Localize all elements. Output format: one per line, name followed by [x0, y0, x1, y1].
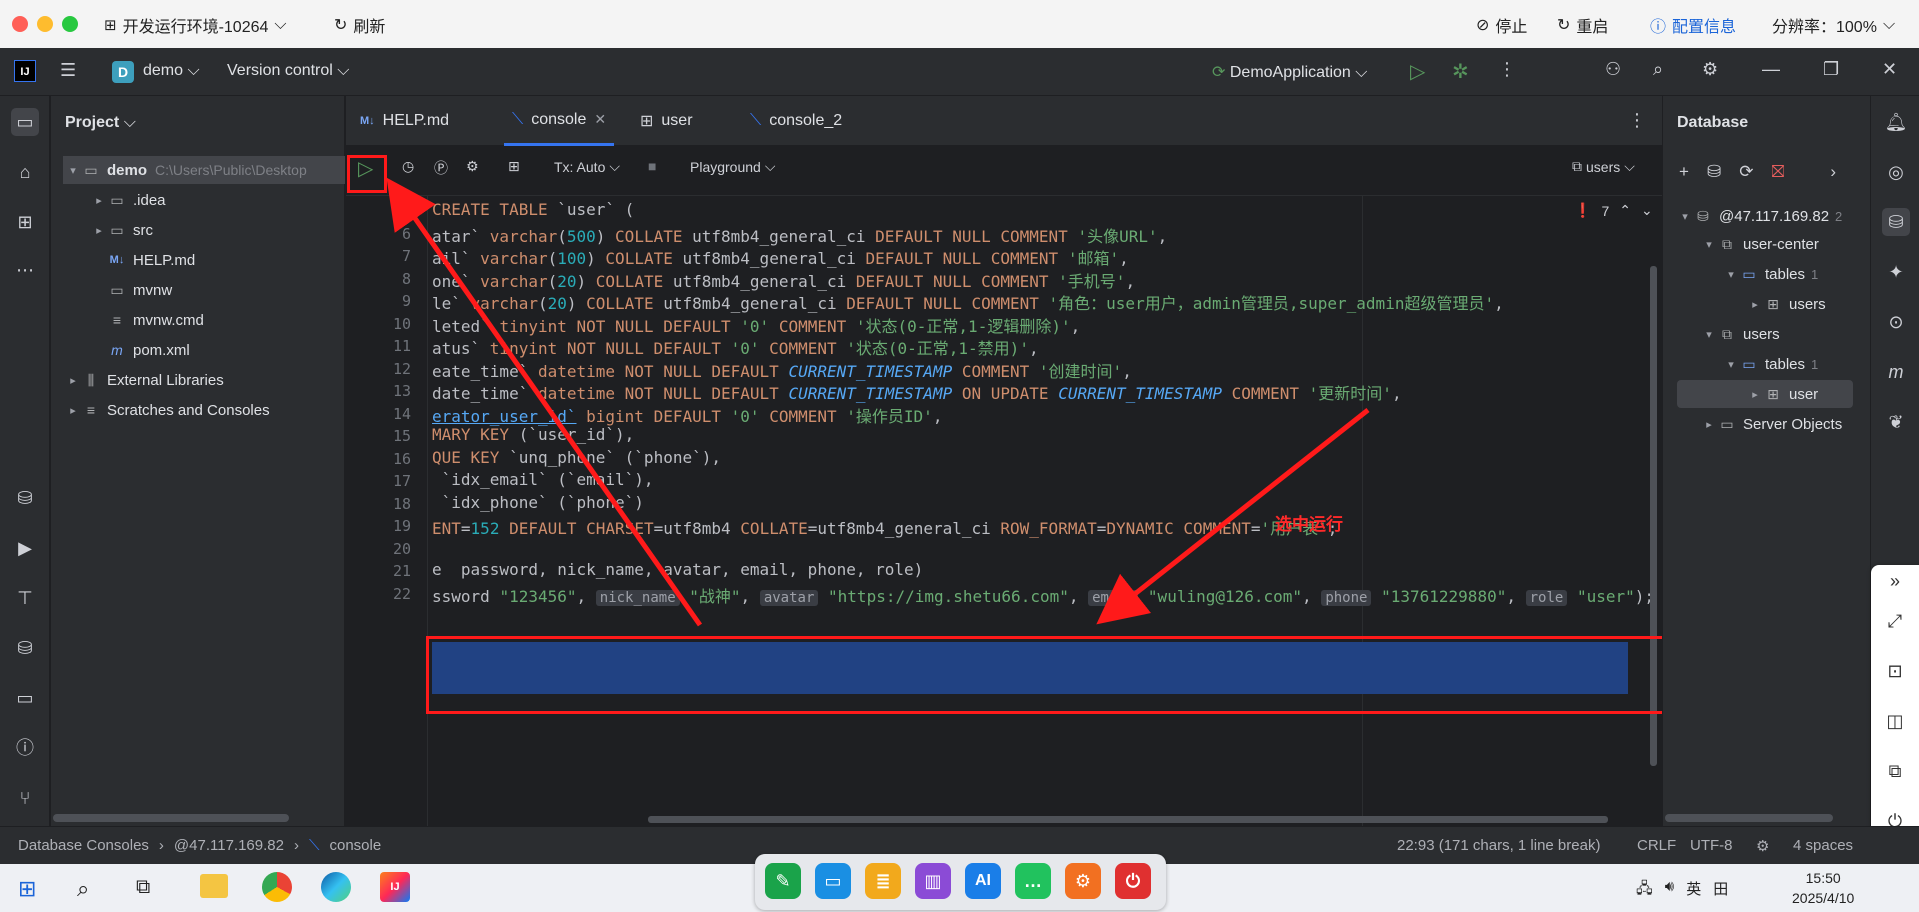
db-server-objects[interactable]: ▸ ▭ Server Objects: [1701, 410, 1842, 438]
caret-position[interactable]: 22:93 (171 chars, 1 line break): [1397, 837, 1600, 854]
breadcrumb: Database Consoles › @47.117.169.82 › ⟍ c…: [18, 837, 382, 854]
notifications-icon[interactable]: 🔔︎: [1882, 108, 1910, 136]
start-icon[interactable]: ⊞: [18, 876, 36, 902]
ai-assistant-icon[interactable]: ◎: [1882, 158, 1910, 186]
dock-app-power-icon[interactable]: ⏻: [1115, 863, 1151, 899]
chevron-down-icon: ▾: [1728, 358, 1734, 371]
dock-app-book-icon[interactable]: ▥: [915, 863, 951, 899]
line-separator[interactable]: CRLF: [1637, 837, 1676, 854]
dock-app-settings-icon[interactable]: ⚙: [1065, 863, 1101, 899]
datasource-icon: ⛁: [1697, 207, 1709, 224]
clock[interactable]: 15:50 2025/4/10: [1792, 868, 1854, 908]
annotation-arrows: [386, 177, 1370, 627]
layout-icon[interactable]: ◫: [1883, 709, 1907, 733]
plugin-icon[interactable]: ✦: [1882, 258, 1910, 286]
copy-icon[interactable]: ⧉: [1883, 759, 1907, 783]
table-icon: ⊞: [1767, 295, 1779, 312]
dock-app-chat-icon[interactable]: …: [1015, 863, 1051, 899]
chevron-right-icon: ›: [293, 837, 299, 854]
dock-app-desktop-icon[interactable]: ▭: [815, 863, 851, 899]
folder-icon: ▭: [1742, 265, 1756, 282]
folder-icon: ▭: [1742, 355, 1756, 372]
db-host-node[interactable]: ▾ ⛁ @47.117.169.82 2: [1677, 202, 1842, 230]
chevron-down-icon: ▾: [1728, 268, 1734, 281]
split-icon[interactable]: ⊡: [1883, 659, 1907, 683]
file-explorer-icon[interactable]: [200, 874, 228, 898]
task-view-icon[interactable]: ⧉: [136, 876, 150, 899]
db-tables-folder[interactable]: ▾ ▭ tables 1: [1723, 260, 1818, 288]
code-style-icon[interactable]: ⚙: [1756, 837, 1769, 855]
server-objects-icon: ▭: [1720, 415, 1734, 432]
disconnect-icon[interactable]: ⛝: [1771, 162, 1784, 182]
edge-icon[interactable]: [321, 872, 351, 902]
endpoints-icon[interactable]: ⊙: [1882, 308, 1910, 336]
arrow-to-selection: [1096, 408, 1370, 625]
add-icon[interactable]: +: [1679, 162, 1689, 182]
horizontal-scrollbar[interactable]: [1665, 814, 1833, 822]
chevron-right-icon: ▸: [1706, 418, 1712, 431]
console-icon: ⟍: [308, 837, 320, 854]
fullscreen-icon[interactable]: ⤢: [1883, 609, 1907, 633]
database-panel: Database + ⛁ ⟳ ⛝ › ▾ ⛁ @47.117.169.82 2 …: [1662, 96, 1870, 826]
app-dock: ✎ ▭ ≣ ▥ AI … ⚙ ⏻: [755, 854, 1166, 910]
db-schema-user-center[interactable]: ▾ ⧉ user-center: [1701, 230, 1819, 258]
spring-icon[interactable]: ❦: [1882, 408, 1910, 436]
dock-app-pen-icon[interactable]: ✎: [765, 863, 801, 899]
chrome-icon[interactable]: [262, 872, 292, 902]
search-icon[interactable]: ⌕: [77, 876, 89, 902]
chevron-down-icon: ▾: [1706, 328, 1712, 341]
collapse-icon[interactable]: »: [1883, 569, 1907, 593]
indent-setting[interactable]: 4 spaces: [1793, 837, 1853, 854]
system-tray: 🖧︎ 🔊︎ 英 田: [1636, 878, 1728, 903]
file-encoding[interactable]: UTF-8: [1690, 837, 1733, 854]
arrow-to-execute: [386, 177, 703, 627]
chevron-down-icon: ▾: [1706, 238, 1712, 251]
table-icon: ⊞: [1767, 385, 1779, 402]
schema-icon: ⧉: [1722, 235, 1732, 252]
network-icon[interactable]: 🖧︎: [1636, 878, 1653, 903]
ime-icon[interactable]: 田: [1713, 878, 1728, 903]
db-table-user[interactable]: ▸ ⊞ user: [1747, 380, 1818, 408]
chevron-right-icon[interactable]: ›: [1830, 162, 1836, 182]
chevron-right-icon: ›: [158, 837, 164, 854]
chevron-right-icon: ▸: [1752, 298, 1758, 311]
database-tool-icon[interactable]: ⛁: [1882, 208, 1910, 236]
maven-icon[interactable]: m: [1882, 358, 1910, 386]
db-table-users[interactable]: ▸ ⊞ users: [1747, 290, 1825, 318]
dock-app-ai-icon[interactable]: AI: [965, 863, 1001, 899]
datasource-properties-icon[interactable]: ⛁: [1707, 162, 1721, 182]
dock-app-files-icon[interactable]: ≣: [865, 863, 901, 899]
volume-icon[interactable]: 🔊︎: [1665, 878, 1674, 903]
db-tables-folder[interactable]: ▾ ▭ tables 1: [1723, 350, 1818, 378]
chevron-down-icon: ▾: [1682, 210, 1688, 223]
chevron-right-icon: ▸: [1752, 388, 1758, 401]
db-schema-users[interactable]: ▾ ⧉ users: [1701, 320, 1779, 348]
intellij-taskbar-icon[interactable]: IJ: [380, 872, 410, 902]
refresh-icon[interactable]: ⟳: [1739, 162, 1753, 182]
schema-icon: ⧉: [1722, 325, 1732, 342]
database-panel-title: Database: [1677, 114, 1749, 131]
